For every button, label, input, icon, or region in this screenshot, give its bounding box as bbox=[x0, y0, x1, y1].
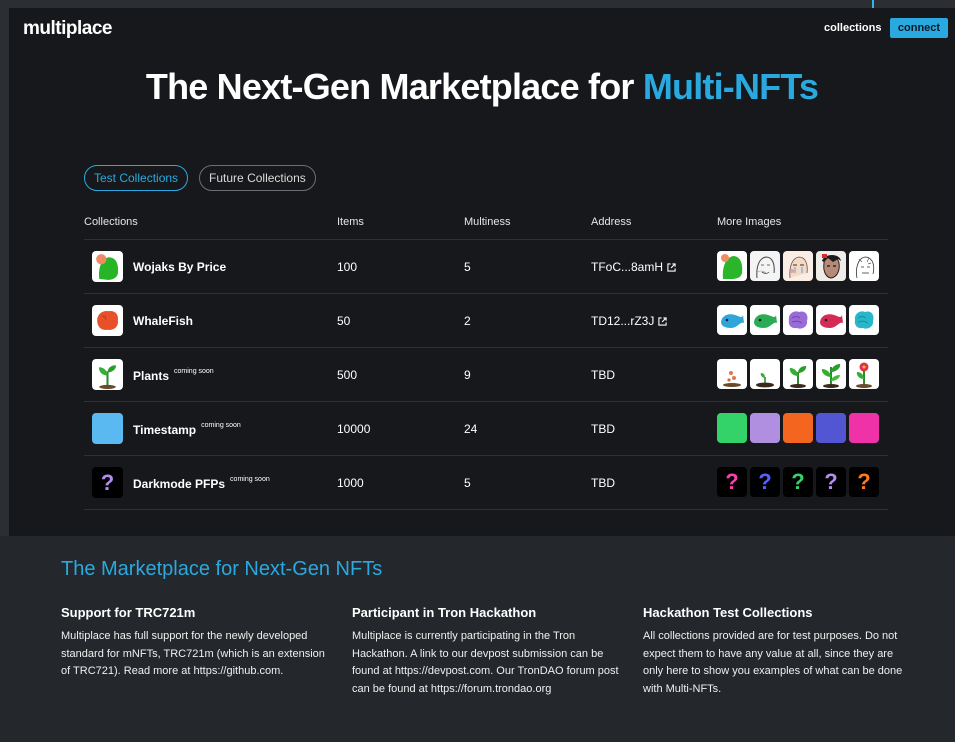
plant-icon[interactable] bbox=[816, 359, 846, 389]
seed-icon[interactable] bbox=[717, 359, 747, 389]
footer-column-hackathon: Participant in Tron Hackathon Multiplace… bbox=[352, 605, 624, 698]
orange-square-icon[interactable] bbox=[783, 413, 813, 443]
whale-red-icon[interactable] bbox=[816, 305, 846, 335]
window-top-border bbox=[0, 0, 955, 8]
footer-text: Multiplace is currently participating in… bbox=[352, 630, 619, 695]
wojak-dark-icon[interactable] bbox=[816, 251, 846, 281]
green-question-icon[interactable]: ? bbox=[783, 467, 813, 497]
coming-soon-badge: coming soon bbox=[201, 422, 241, 429]
question-mark-icon: ? bbox=[92, 467, 123, 498]
multiness-value: 5 bbox=[464, 260, 471, 274]
footer-heading: Participant in Tron Hackathon bbox=[352, 605, 537, 620]
items-count: 1000 bbox=[337, 476, 364, 490]
whale-blue-icon[interactable] bbox=[717, 305, 747, 335]
address-link[interactable]: TD12...rZ3J bbox=[591, 314, 667, 328]
footer-column-trc721m: Support for TRC721m Multiplace has full … bbox=[61, 605, 333, 681]
external-link-icon bbox=[667, 263, 676, 272]
more-images: ? ? ? ? ? bbox=[717, 467, 879, 497]
address-value: TBD bbox=[591, 422, 615, 436]
table-row[interactable]: Wojaks By Price 100 5 TFoC...8amH bbox=[84, 240, 888, 294]
wojak-green-icon[interactable] bbox=[717, 251, 747, 281]
header-multiness: Multiness bbox=[464, 216, 511, 228]
table-row[interactable]: Plants coming soon 500 9 TBD bbox=[84, 348, 888, 402]
table-row[interactable]: WhaleFish 50 2 TD12...rZ3J bbox=[84, 294, 888, 348]
purple-question-icon[interactable]: ? bbox=[816, 467, 846, 497]
hero-section: multiplace collections connect The Next-… bbox=[9, 8, 955, 536]
flower-icon[interactable] bbox=[849, 359, 879, 389]
more-images bbox=[717, 305, 879, 335]
table-row[interactable]: Timestamp coming soon 10000 24 TBD bbox=[84, 402, 888, 456]
wojak-sketch-alt-icon[interactable] bbox=[849, 251, 879, 281]
multiness-value: 2 bbox=[464, 314, 471, 328]
page-title: The Next-Gen Marketplace for Multi-NFTs bbox=[9, 66, 955, 108]
collection-name[interactable]: Wojaks By Price bbox=[133, 260, 226, 274]
collection-tabs: Test Collections Future Collections bbox=[84, 165, 316, 191]
title-accent: Multi-NFTs bbox=[642, 66, 819, 107]
footer-heading: Hackathon Test Collections bbox=[643, 605, 813, 620]
address-value: TBD bbox=[591, 476, 615, 490]
multiness-value: 9 bbox=[464, 368, 471, 382]
coming-soon-badge: coming soon bbox=[174, 368, 214, 375]
more-images bbox=[717, 413, 879, 443]
seedling-icon[interactable] bbox=[783, 359, 813, 389]
multiness-value: 5 bbox=[464, 476, 471, 490]
pink-question-icon[interactable]: ? bbox=[717, 467, 747, 497]
footer-heading: Support for TRC721m bbox=[61, 605, 196, 620]
footer-column-test-collections: Hackathon Test Collections All collectio… bbox=[643, 605, 915, 698]
collection-name[interactable]: Plants coming soon bbox=[133, 368, 214, 383]
header-collections: Collections bbox=[84, 216, 138, 228]
address-link[interactable]: TFoC...8amH bbox=[591, 260, 676, 274]
table-header: Collections Items Multiness Address More… bbox=[84, 208, 888, 240]
table-row[interactable]: ? Darkmode PFPs coming soon 1000 5 TBD ? … bbox=[84, 456, 888, 510]
header-more-images: More Images bbox=[717, 216, 782, 228]
header-items: Items bbox=[337, 216, 364, 228]
wojak-crying-icon[interactable] bbox=[783, 251, 813, 281]
tab-test-collections[interactable]: Test Collections bbox=[84, 165, 189, 191]
collection-name[interactable]: Darkmode PFPs coming soon bbox=[133, 476, 270, 491]
external-link-icon bbox=[658, 317, 667, 326]
tab-future-collections[interactable]: Future Collections bbox=[199, 165, 316, 191]
green-square-icon[interactable] bbox=[717, 413, 747, 443]
window-left-border bbox=[0, 0, 9, 536]
collections-table: Collections Items Multiness Address More… bbox=[84, 208, 888, 510]
more-images bbox=[717, 359, 879, 389]
top-accent-line bbox=[872, 0, 874, 8]
color-square-icon bbox=[92, 413, 123, 444]
items-count: 100 bbox=[337, 260, 358, 274]
items-count: 50 bbox=[337, 314, 351, 328]
sprout-icon[interactable] bbox=[750, 359, 780, 389]
items-count: 500 bbox=[337, 368, 358, 382]
footer-text: Multiplace has full support for the newl… bbox=[61, 630, 325, 677]
address-value: TBD bbox=[591, 368, 615, 382]
items-count: 10000 bbox=[337, 422, 371, 436]
whale-green-icon[interactable] bbox=[750, 305, 780, 335]
title-plain: The Next-Gen Marketplace for bbox=[145, 66, 643, 107]
whale-cyan-icon[interactable] bbox=[849, 305, 879, 335]
collection-name[interactable]: WhaleFish bbox=[133, 314, 193, 328]
plant-icon bbox=[92, 359, 123, 390]
footer-text: All collections provided are for test pu… bbox=[643, 630, 903, 695]
collection-name[interactable]: Timestamp coming soon bbox=[133, 422, 241, 437]
blue-question-icon[interactable]: ? bbox=[750, 467, 780, 497]
collections-nav-link[interactable]: collections bbox=[824, 22, 881, 34]
wojak-icon bbox=[92, 251, 123, 282]
logo[interactable]: multiplace bbox=[23, 18, 112, 40]
whalefish-icon bbox=[92, 305, 123, 336]
lavender-square-icon[interactable] bbox=[750, 413, 780, 443]
whale-purple-icon[interactable] bbox=[783, 305, 813, 335]
more-images bbox=[717, 251, 879, 281]
pink-square-icon[interactable] bbox=[849, 413, 879, 443]
orange-question-icon[interactable]: ? bbox=[849, 467, 879, 497]
connect-button[interactable]: connect bbox=[890, 18, 948, 38]
indigo-square-icon[interactable] bbox=[816, 413, 846, 443]
footer-title: The Marketplace for Next-Gen NFTs bbox=[61, 558, 383, 580]
multiness-value: 24 bbox=[464, 422, 478, 436]
coming-soon-badge: coming soon bbox=[230, 476, 270, 483]
wojak-sketch-icon[interactable] bbox=[750, 251, 780, 281]
header-address: Address bbox=[591, 216, 632, 228]
